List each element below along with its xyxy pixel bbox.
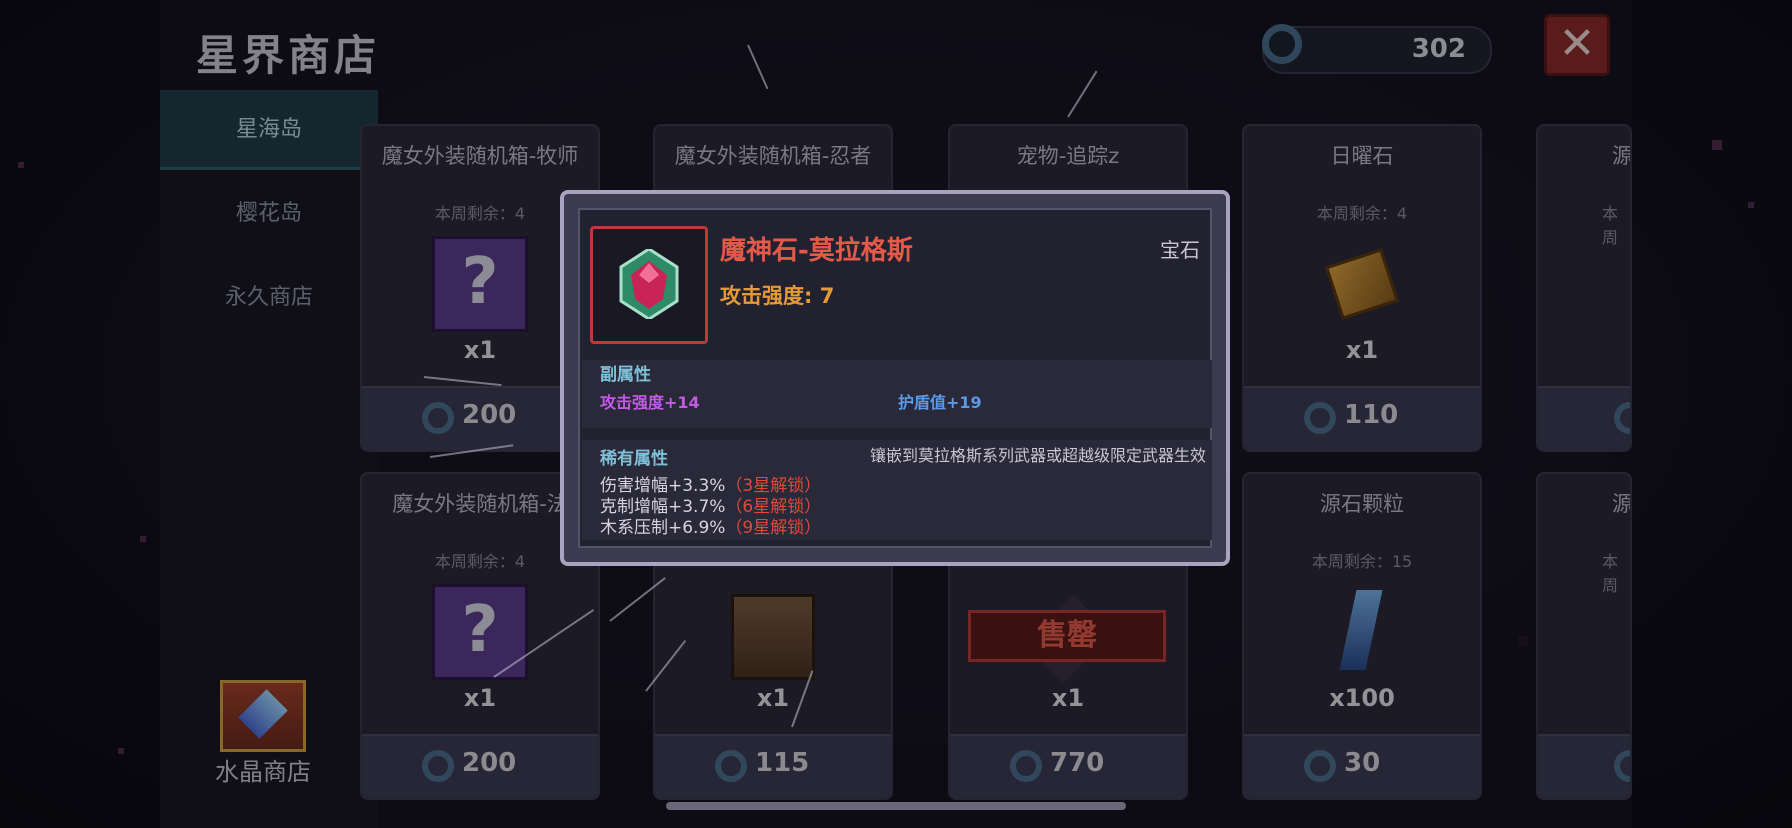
card-name: 宠物-追踪z <box>1016 144 1120 168</box>
card-remaining: 本周剩余：15 <box>1311 552 1413 571</box>
sub-attribute-attack: 攻击强度+14 <box>600 393 700 412</box>
crystal-shard-icon <box>1314 584 1410 680</box>
price-bar[interactable]: 115 <box>655 734 891 798</box>
card-quantity: x1 <box>463 684 497 712</box>
crystal-shop-label: 水晶商店 <box>215 758 311 786</box>
price-bar[interactable] <box>1538 386 1630 450</box>
card-quantity: x1 <box>1051 684 1085 712</box>
card-remaining: 本周 <box>1602 552 1619 595</box>
shop-card[interactable]: 日曜石 本周剩余：4 x1 110 <box>1242 124 1482 452</box>
price-value: 770 <box>1050 748 1105 778</box>
rare-attribute: 木系压制+6.9%（9星解锁） <box>600 518 822 538</box>
currency-coin-icon <box>1262 24 1302 64</box>
mystery-box-icon: ? <box>432 236 528 332</box>
rare-attributes-title: 稀有属性 <box>600 449 668 469</box>
card-name: 源石颗粒 <box>1320 492 1404 516</box>
star-particle <box>1712 140 1722 150</box>
sold-out-badge: 售罄 <box>968 610 1166 662</box>
coin-icon <box>1304 402 1336 434</box>
star-particle <box>140 536 146 542</box>
coin-icon <box>715 750 747 782</box>
card-name: 魔女外装随机箱-牧师 <box>381 144 579 168</box>
card-name: 日曜石 <box>1330 144 1394 168</box>
main-attribute: 攻击强度: 7 <box>720 284 835 308</box>
currency-amount: 302 <box>1411 34 1466 64</box>
item-type: 宝石 <box>1160 238 1200 262</box>
crystal-shop-button[interactable]: 水晶商店 <box>208 680 318 786</box>
price-bar[interactable]: 110 <box>1244 386 1480 450</box>
card-quantity: x100 <box>1329 684 1395 712</box>
sub-attribute-shield: 护盾值+19 <box>898 393 982 412</box>
price-value: 200 <box>462 400 517 430</box>
coin-icon <box>1010 750 1042 782</box>
price-value: 115 <box>755 748 810 778</box>
shop-card[interactable]: 源石颗粒 本周剩余：15 x100 30 <box>1242 472 1482 800</box>
card-name: 源 <box>1612 144 1632 168</box>
rare-attributes-note: 镶嵌到莫拉格斯系列武器或超越级限定武器生效 <box>869 446 1206 465</box>
treasure-chest-icon <box>725 594 821 690</box>
card-name: 源 <box>1612 492 1632 516</box>
currency-display: 302 <box>1262 24 1492 74</box>
coin-icon <box>1614 402 1630 434</box>
item-name: 魔神石-莫拉格斯 <box>720 236 913 266</box>
gem-icon <box>590 226 708 344</box>
coin-icon <box>422 402 454 434</box>
price-bar[interactable]: 200 <box>362 734 598 798</box>
coin-icon <box>422 750 454 782</box>
sidebar-item-xinghai-island[interactable]: 星海岛 <box>160 90 378 170</box>
coin-icon <box>1304 750 1336 782</box>
card-remaining: 本周剩余：4 <box>1316 204 1408 223</box>
sun-stone-icon <box>1314 236 1410 332</box>
sidebar-item-permanent-shop[interactable]: 永久商店 <box>160 258 378 338</box>
shop-card[interactable]: 源 本周 <box>1536 124 1632 452</box>
price-bar: 770 <box>950 734 1186 798</box>
sub-attributes-title: 副属性 <box>600 365 651 385</box>
star-particle <box>18 162 24 168</box>
close-button[interactable]: ✕ <box>1544 14 1610 76</box>
coin-icon <box>1614 750 1630 782</box>
home-indicator <box>666 802 1126 810</box>
card-quantity: x1 <box>756 684 790 712</box>
price-value: 110 <box>1344 400 1399 430</box>
shop-card[interactable]: 源 本周 <box>1536 472 1632 800</box>
card-name: 魔女外装随机箱-忍者 <box>674 144 872 168</box>
star-particle <box>118 748 124 754</box>
card-quantity: x1 <box>1345 336 1379 364</box>
price-bar[interactable]: 30 <box>1244 734 1480 798</box>
gem-graphic <box>619 249 679 319</box>
star-particle <box>1748 202 1754 208</box>
card-remaining: 本周 <box>1602 204 1619 247</box>
price-value: 200 <box>462 748 517 778</box>
mystery-box-icon: ? <box>432 584 528 680</box>
sidebar-item-sakura-island[interactable]: 樱花岛 <box>160 174 378 254</box>
price-bar[interactable] <box>1538 734 1630 798</box>
price-value: 30 <box>1344 748 1381 778</box>
shop-title: 星界商店 <box>196 31 381 80</box>
